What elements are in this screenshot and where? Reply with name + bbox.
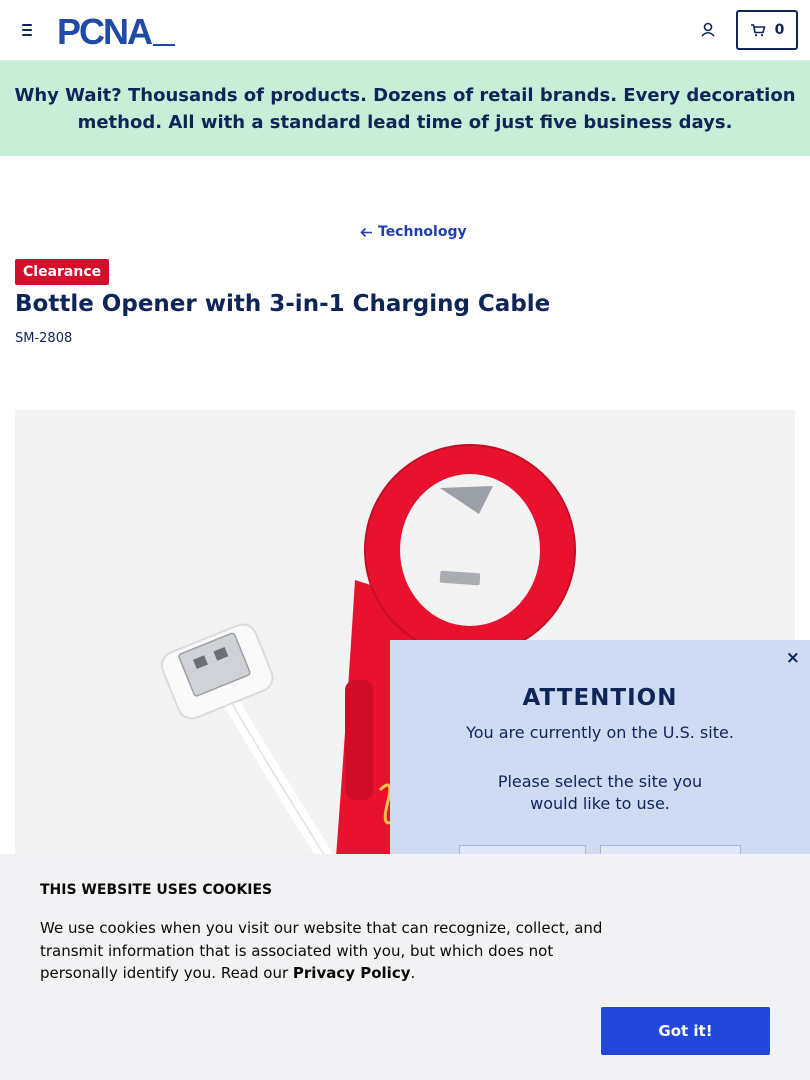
- cart-count: 0: [774, 22, 785, 38]
- back-to-category-link[interactable]: Technology: [360, 224, 467, 240]
- cart-button[interactable]: 0: [736, 10, 798, 50]
- clearance-badge: Clearance: [15, 259, 110, 285]
- hamburger-menu-icon[interactable]: [18, 20, 40, 40]
- cookie-title: THIS WEBSITE USES COOKIES: [40, 882, 273, 898]
- back-link-label: Technology: [378, 224, 467, 240]
- product-title: Bottle Opener with 3-in-1 Charging Cable: [15, 291, 551, 317]
- popup-current-site: You are currently on the U.S. site.: [466, 723, 734, 742]
- popup-prompt-line-2: would like to use.: [530, 794, 670, 813]
- arrow-left-icon: [360, 227, 372, 237]
- cart-icon: [750, 24, 765, 37]
- cookie-end-punctuation: .: [410, 964, 416, 982]
- svg-text:PCNA: PCNA: [57, 14, 153, 48]
- close-icon[interactable]: ×: [786, 648, 800, 668]
- product-sku: SM-2808: [15, 331, 73, 346]
- popup-prompt-line-1: Please select the site you: [497, 772, 703, 791]
- pcna-logo[interactable]: PCNA: [57, 11, 177, 52]
- cookie-text: We use cookies when you visit our websit…: [40, 917, 620, 985]
- user-icon[interactable]: [697, 19, 719, 41]
- site-selector-popup: × ATTENTION You are currently on the U.S…: [390, 640, 810, 885]
- accept-cookies-button[interactable]: Got it!: [601, 1007, 770, 1055]
- promo-banner: Why Wait? Thousands of products. Dozens …: [0, 61, 810, 156]
- privacy-policy-link[interactable]: Privacy Policy: [293, 964, 411, 982]
- promo-banner-text: Why Wait? Thousands of products. Dozens …: [14, 84, 796, 133]
- site-header: PCNA 0: [0, 0, 810, 61]
- cookie-consent-bar: THIS WEBSITE USES COOKIES We use cookies…: [0, 854, 810, 1080]
- popup-heading: ATTENTION: [522, 685, 678, 711]
